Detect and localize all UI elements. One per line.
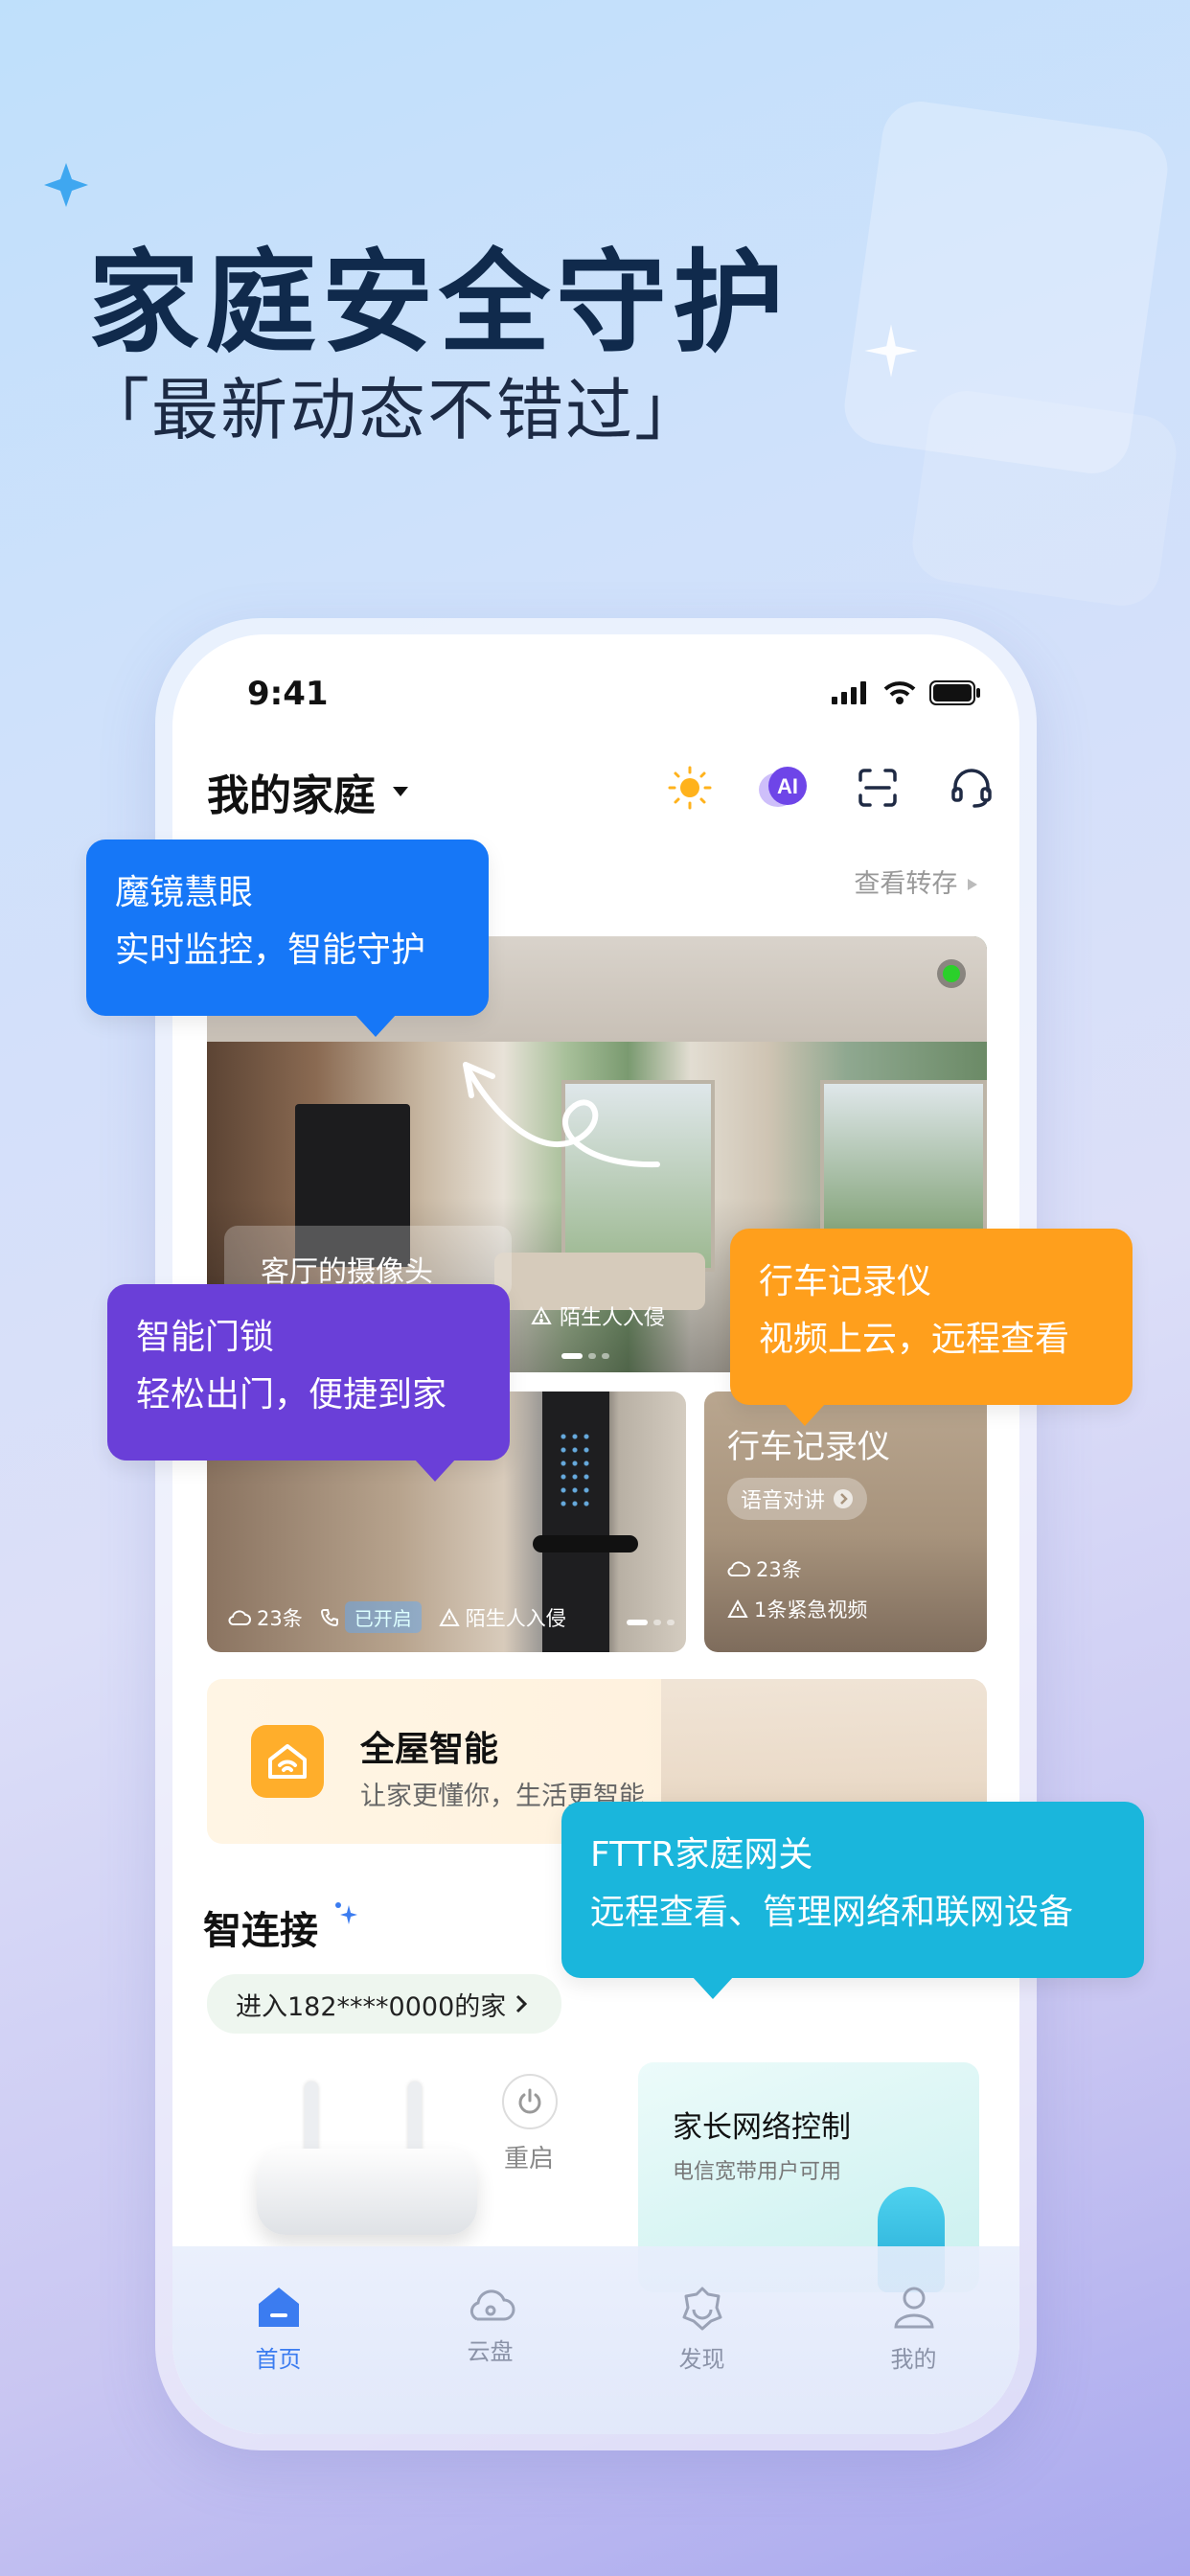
enter-home-label: 进入182****0000的家	[236, 1991, 507, 2022]
home-selector[interactable]: 我的家庭	[207, 761, 410, 822]
callout-dashcam: 行车记录仪 视频上云，远程查看	[730, 1229, 1133, 1426]
door-lock-pager	[627, 1620, 675, 1625]
callout-door-lock: 智能门锁 轻松出门，便捷到家	[107, 1284, 510, 1482]
tab-cloud-label: 云盘	[467, 2338, 514, 2365]
callout-tail	[784, 1403, 826, 1426]
tab-home[interactable]: 首页	[202, 2285, 355, 2434]
door-lock-stats: 23条 已开启 陌生人入侵	[228, 1601, 566, 1633]
camera-pager	[561, 1353, 609, 1359]
door-lock-stranger-label: 陌生人入侵	[465, 1606, 566, 1630]
sparkle-icon	[864, 324, 918, 378]
discover-icon	[682, 2287, 721, 2331]
sparkle-icon	[334, 1902, 357, 1924]
signal-icon	[832, 681, 866, 704]
home-title: 我的家庭	[207, 771, 376, 820]
voice-intercom-label: 语音对讲	[741, 1489, 826, 1513]
dashcam-emergency-label: 1条紧急视频	[754, 1598, 868, 1622]
tab-discover-label: 发现	[678, 2346, 725, 2373]
door-lock-call: 已开启	[320, 1601, 422, 1633]
status-icons	[832, 680, 981, 705]
smart-connect-title: 智连接	[203, 1899, 358, 1955]
callout-door-lock-desc: 轻松出门，便捷到家	[136, 1375, 447, 1414]
bottom-tab-bar: 首页 云盘 发现 我的	[172, 2246, 1019, 2434]
tab-discover[interactable]: 发现	[626, 2285, 779, 2434]
callout-tail	[414, 1459, 456, 1482]
cloud-icon	[469, 2289, 515, 2321]
profile-icon	[893, 2287, 934, 2329]
callout-dashcam-title: 行车记录仪	[759, 1262, 932, 1301]
dashcam-records: 23条	[727, 1554, 802, 1583]
wifi-icon	[883, 681, 916, 704]
hero-subtitle: 「最新动态不错过」	[82, 371, 703, 449]
tab-cloud[interactable]: 云盘	[414, 2285, 567, 2434]
door-lock-records-count: 23条	[257, 1606, 303, 1630]
cloud-upload-icon	[228, 1609, 251, 1625]
call-status-badge: 已开启	[344, 1601, 422, 1633]
view-transfer-link[interactable]: 查看转存	[854, 862, 979, 900]
dashcam-title: 行车记录仪	[727, 1428, 890, 1466]
warning-icon	[531, 1306, 552, 1324]
header-actions: AI	[661, 759, 1000, 816]
restart-button[interactable]	[502, 2074, 558, 2129]
weather-sun-icon[interactable]	[661, 759, 719, 816]
callout-fttr-desc: 远程查看、管理网络和联网设备	[590, 1893, 1074, 1932]
camera-alert: 陌生人入侵	[531, 1300, 665, 1331]
callout-tail	[355, 1014, 397, 1037]
home-icon	[258, 2288, 299, 2327]
callout-fttr-title: FTTR家庭网关	[590, 1835, 813, 1874]
callout-fttr: FTTR家庭网关 远程查看、管理网络和联网设备	[561, 1802, 1144, 1999]
voice-intercom-button[interactable]: 语音对讲	[727, 1478, 868, 1520]
sparkle-icon	[44, 163, 88, 207]
background-decoration	[907, 385, 1181, 611]
hero-title: 家庭安全守护	[88, 239, 790, 368]
parental-control-title: 家长网络控制	[673, 2110, 851, 2145]
dashcam-records-count: 23条	[756, 1558, 802, 1581]
tab-profile-label: 我的	[890, 2346, 937, 2373]
callout-mirror-desc: 实时监控，智能守护	[115, 931, 426, 970]
cloud-upload-icon	[727, 1561, 750, 1576]
door-lock-alert: 陌生人入侵	[439, 1603, 566, 1632]
battery-icon	[929, 680, 980, 705]
chevron-right-icon	[516, 1994, 528, 2013]
phone-icon	[320, 1608, 338, 1626]
dashcam-emergency: 1条紧急视频	[727, 1595, 867, 1623]
caret-down-icon	[393, 787, 408, 796]
enter-home-link[interactable]: 进入182****0000的家	[207, 1974, 561, 2034]
smart-connect-label: 智连接	[203, 1909, 318, 1953]
callout-mirror-title: 魔镜慧眼	[115, 873, 254, 912]
smart-home-title: 全屋智能	[360, 1730, 499, 1769]
arrow-annotation-icon	[463, 1062, 660, 1168]
scan-icon[interactable]	[849, 759, 906, 816]
view-transfer-label: 查看转存	[854, 869, 958, 899]
callout-door-lock-title: 智能门锁	[136, 1318, 275, 1357]
warning-icon	[727, 1599, 748, 1618]
chevron-right-circle-icon	[834, 1489, 854, 1508]
callout-dashcam-desc: 视频上云，远程查看	[759, 1320, 1070, 1359]
triangle-right-icon	[968, 879, 977, 890]
tab-home-label: 首页	[255, 2346, 302, 2373]
callout-mirror: 魔镜慧眼 实时监控，智能守护	[86, 840, 489, 1037]
camera-stranger-label: 陌生人入侵	[560, 1306, 666, 1330]
online-indicator	[943, 965, 960, 982]
ai-label: AI	[777, 774, 798, 798]
warning-icon	[439, 1607, 460, 1626]
router-image	[257, 2149, 477, 2235]
door-lock-image	[533, 1535, 638, 1552]
parental-control-subtitle: 电信宽带用户可用	[673, 2160, 842, 2184]
status-time: 9:41	[247, 675, 329, 713]
door-lock-image	[558, 1430, 594, 1506]
restart-label: 重启	[504, 2145, 555, 2174]
ai-assistant-button[interactable]: AI	[755, 759, 812, 816]
tab-profile[interactable]: 我的	[837, 2285, 991, 2434]
callout-tail	[692, 1976, 734, 1999]
door-lock-records: 23条	[228, 1603, 303, 1632]
dashcam-card[interactable]: 行车记录仪 语音对讲 23条 1条紧急视频	[704, 1392, 987, 1652]
customer-service-icon[interactable]	[943, 759, 1000, 816]
smart-home-icon	[251, 1725, 324, 1798]
power-icon	[518, 2088, 541, 2114]
